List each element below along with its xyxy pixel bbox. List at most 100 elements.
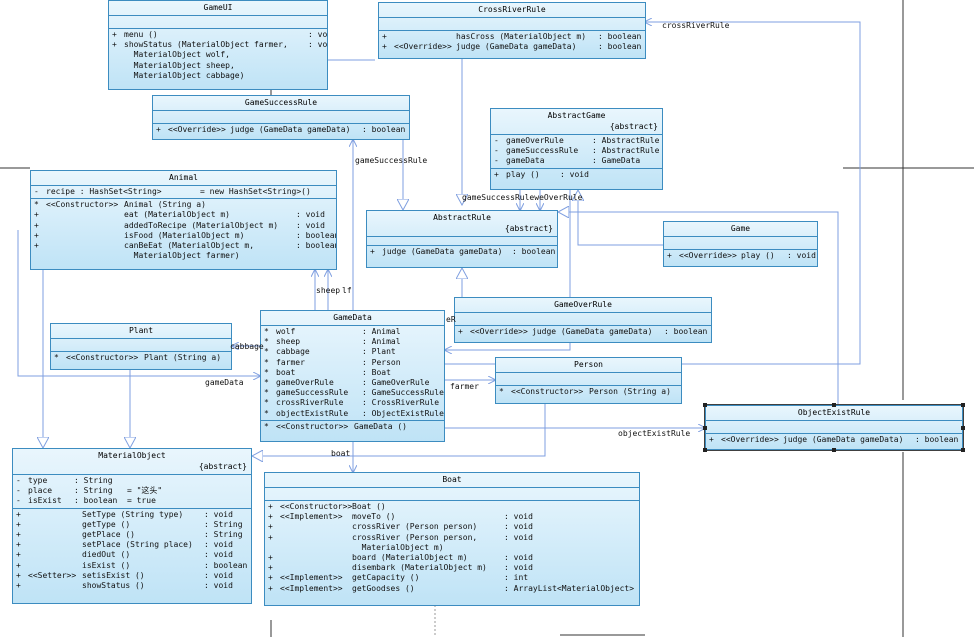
member-row[interactable]: * <<Constructor>> Plant (String a) <box>54 353 228 363</box>
class-gameui[interactable]: GameUI + menu (): void + showStatus (Materi… <box>108 0 328 90</box>
member-row[interactable]: MaterialObject cabbage) <box>112 71 324 81</box>
member-row[interactable]: * <<Constructor>> GameData () <box>264 422 441 432</box>
member-row[interactable]: * objectExistRule: ObjectExistRule <box>264 409 444 419</box>
member-signature: recipe : HashSet<String> <box>46 187 162 196</box>
member-row[interactable]: MaterialObject farmer) <box>34 251 333 261</box>
class-header: GameOverRule <box>455 298 711 313</box>
member-row[interactable]: + crossRiver (Person person,: void <box>268 533 636 543</box>
selection-handle[interactable] <box>703 403 707 407</box>
member-signature: getPlace () <box>82 530 135 540</box>
member-type: : boolean <box>664 327 708 336</box>
class-gamesuccessrule[interactable]: GameSuccessRule + <<Override>> judge (Game… <box>152 95 410 140</box>
member-row[interactable]: + isExist (): boolean <box>16 561 248 571</box>
member-row[interactable]: + showStatus (): void <box>16 581 248 591</box>
member-signature: cabbage <box>276 347 310 357</box>
member-stereotype: <<Override>> <box>168 125 226 134</box>
member-row[interactable]: - type: String <box>16 476 248 486</box>
member-visibility: + <box>16 530 21 540</box>
member-type: : void <box>296 210 325 220</box>
member-row[interactable]: + <<Override>> judge (GameData gameData): … <box>709 435 959 445</box>
member-visibility: + <box>268 502 273 511</box>
selection-handle[interactable] <box>832 403 836 407</box>
member-row[interactable]: + <<Override>> judge (GameData gameData): … <box>458 327 708 337</box>
member-row[interactable]: * crossRiverRule: CrossRiverRule <box>264 398 441 408</box>
member-row[interactable]: + <<Implement>> moveTo (): void <box>268 512 636 522</box>
member-row[interactable]: + <<Override>> play (): void <box>667 251 816 261</box>
class-abstractrule[interactable]: AbstractRule {abstract} + judge (GameData… <box>366 210 558 268</box>
member-row[interactable]: * sheep: Animal <box>264 337 441 347</box>
class-materialobject[interactable]: MaterialObject {abstract} - type: String -… <box>12 448 252 604</box>
selection-handle[interactable] <box>703 426 707 430</box>
class-gameoverrule[interactable]: GameOverRule + <<Override>> judge (GameDat… <box>454 297 712 343</box>
label-objectexistrule: objectExistRule <box>618 429 691 438</box>
class-animal[interactable]: Animal - recipe : HashSet<String> = new Ha… <box>30 170 337 270</box>
class-crossriverrule[interactable]: CrossRiverRule + hasCross (MaterialObject… <box>378 2 646 59</box>
selection-handle[interactable] <box>832 448 836 452</box>
member-row[interactable]: * farmer: Person <box>264 358 441 368</box>
member-row[interactable]: + isFood (MaterialObject m): boolean <box>34 231 336 241</box>
member-row[interactable]: * <<Constructor>> Animal (String a) <box>34 200 333 210</box>
member-row[interactable]: + canBeEat (MaterialObject m,: boolean <box>34 241 336 251</box>
member-row[interactable]: + menu (): void <box>112 30 327 40</box>
attributes-section <box>379 18 645 31</box>
member-row[interactable]: - place: String = "这头" <box>16 486 248 496</box>
member-row[interactable]: + <<Implement>> getCapacity (): int <box>268 573 636 583</box>
member-type <box>304 61 324 71</box>
class-gamedata[interactable]: GameData * wolf: Animal * sheep: Animal * cab… <box>260 310 445 442</box>
member-visibility: + <box>370 247 375 256</box>
member-row[interactable]: + hasCross (MaterialObject m): boolean <box>382 32 642 42</box>
class-abstractgame[interactable]: AbstractGame {abstract} - gameOverRule: A… <box>490 108 663 190</box>
member-visibility: + <box>156 125 161 134</box>
member-row[interactable]: MaterialObject m) <box>268 543 636 553</box>
member-row[interactable]: + crossRiver (Person person): void <box>268 522 636 532</box>
member-row[interactable]: * boat: Boat <box>264 368 441 378</box>
member-signature: GameData () <box>354 421 407 431</box>
member-row[interactable]: + showStatus (MaterialObject farmer,: voi… <box>112 40 327 50</box>
methods-section: + menu (): void + showStatus (MaterialObjec… <box>109 29 327 82</box>
member-row[interactable]: - isExist: boolean = true <box>16 496 248 506</box>
member-row[interactable]: + <<Setter>> setisExist (): void <box>16 571 248 581</box>
member-row[interactable]: + board (MaterialObject m): void <box>268 553 636 563</box>
member-row[interactable]: + judge (GameData gameData): boolean <box>370 247 555 257</box>
member-row[interactable]: + SetType (String type): void <box>16 510 248 520</box>
class-person[interactable]: Person * <<Constructor>> Person (String a) <box>495 357 682 404</box>
member-row[interactable]: + play (): void <box>494 170 659 180</box>
member-row[interactable]: * gameSuccessRule: GameSuccessRule <box>264 388 444 398</box>
member-row[interactable]: MaterialObject sheep, <box>112 61 324 71</box>
member-row[interactable]: + getPlace (): String <box>16 530 248 540</box>
member-row[interactable]: + <<Override>> judge (GameData gameData): … <box>156 125 406 135</box>
selection-handle[interactable] <box>703 448 707 452</box>
member-type: : boolean <box>915 435 959 444</box>
member-row[interactable]: - recipe : HashSet<String> = new HashSet<S… <box>34 187 333 197</box>
member-row[interactable]: + eat (MaterialObject m): void <box>34 210 333 220</box>
class-boat[interactable]: Boat + <<Constructor>> Boat () + <<Implement… <box>264 472 640 606</box>
class-objectexistrule[interactable]: ObjectExistRule + <<Override>> judge (Game… <box>704 404 964 451</box>
member-row[interactable]: + setPlace (String place): void <box>16 540 248 550</box>
member-row[interactable]: MaterialObject wolf, <box>112 50 324 60</box>
member-row[interactable]: - gameData: GameData <box>494 156 659 166</box>
selection-handle[interactable] <box>961 426 965 430</box>
member-row[interactable]: + disembark (MaterialObject m): void <box>268 563 636 573</box>
member-stereotype <box>280 522 352 532</box>
member-type: : void <box>504 563 533 573</box>
member-type: : boolean = true <box>74 496 156 506</box>
member-row[interactable]: - gameSuccessRule: AbstractRule <box>494 146 659 156</box>
member-row[interactable]: + <<Constructor>> Boat () <box>268 502 636 512</box>
member-row[interactable]: * wolf: Animal <box>264 327 441 337</box>
member-row[interactable]: * cabbage: Plant <box>264 347 441 357</box>
member-visibility: + <box>268 553 273 563</box>
member-row[interactable]: + <<Implement>> getGoodses (): ArrayList<M… <box>268 584 636 594</box>
selection-handle[interactable] <box>961 448 965 452</box>
class-plant[interactable]: Plant * <<Constructor>> Plant (String a) <box>50 323 232 370</box>
member-stereotype <box>28 530 82 540</box>
member-signature: MaterialObject sheep, <box>124 60 235 70</box>
member-row[interactable]: - gameOverRule: AbstractRule <box>494 136 659 146</box>
member-row[interactable]: * <<Constructor>> Person (String a) <box>499 387 678 397</box>
member-row[interactable]: + diedOut (): void <box>16 550 248 560</box>
member-row[interactable]: + <<Override>> judge (GameData gameData): … <box>382 42 642 52</box>
member-row[interactable]: + getType (): String <box>16 520 248 530</box>
class-game[interactable]: Game + <<Override>> play (): void <box>663 221 818 267</box>
member-row[interactable]: * gameOverRule: GameOverRule <box>264 378 441 388</box>
member-row[interactable]: + addedToRecipe (MaterialObject m): void <box>34 221 333 231</box>
selection-handle[interactable] <box>961 403 965 407</box>
